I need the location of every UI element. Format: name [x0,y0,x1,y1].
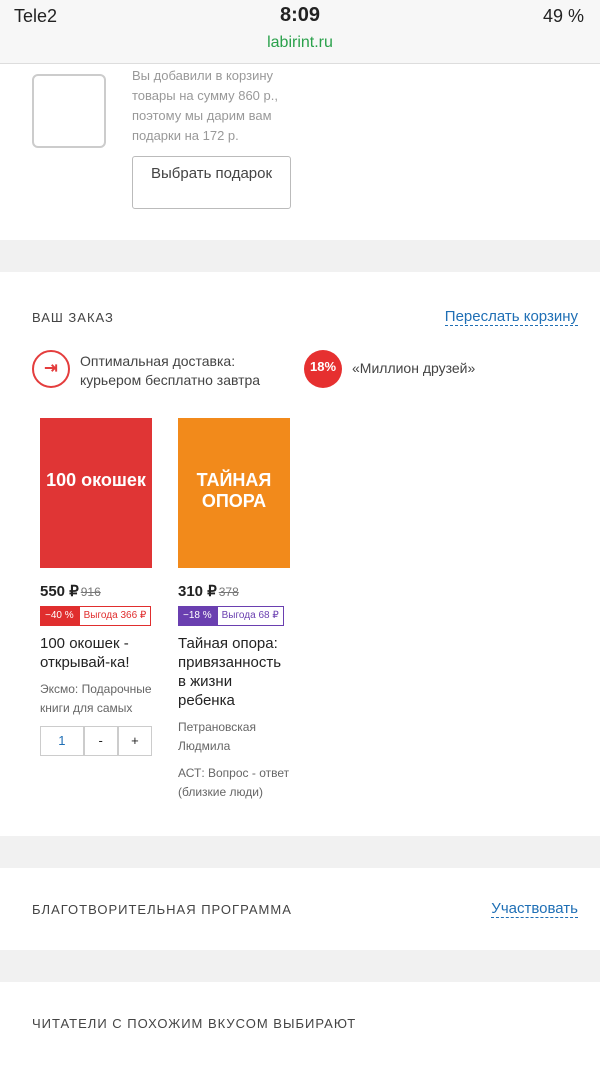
delivery-icon: ⇥ [32,350,70,388]
battery: 49 % [542,6,584,26]
forward-cart-link[interactable]: Переслать корзину [444,308,578,326]
choose-gift-button[interactable]: Выбрать подарок [132,156,291,209]
discount-badges: −40 % Выгода 366 ₽ [40,606,152,626]
address-bar[interactable]: labirint.ru [0,34,600,52]
gift-icon [32,74,106,148]
order-title: ВАШ ЗАКАЗ [32,310,114,325]
status-bar: Tele2 8:09 49 % labirint.ru [0,0,600,64]
gift-text: Вы добавили в корзину товары на сумму 86… [132,68,278,143]
promo-badge: 18% [304,350,342,388]
price: 310 ₽378 [178,583,239,600]
cart-item: 100 окошек 550 ₽916 −40 % Выгода 366 ₽ 10… [40,418,152,756]
delivery-text: Оптимальная доставка: курьером бесплатно… [80,353,261,388]
book-publisher: АСТ: Вопрос - ответ (близкие люди) [178,766,290,799]
divider [0,240,600,272]
cart-item: ТАЙНАЯ ОПОРА 310 ₽378 −18 % Выгода 68 ₽ Т… [178,418,290,802]
promo-text: «Миллион друзей» [352,360,476,376]
price: 550 ₽916 [40,583,101,600]
charity-title: БЛАГОТВОРИТЕЛЬНАЯ ПРОГРАММА [32,902,292,917]
book-author: Петрановская Людмила [178,720,256,753]
divider [0,836,600,868]
clock: 8:09 [279,4,321,26]
book-title[interactable]: 100 окошек - открывай-ка! [40,634,152,672]
discount-badges: −18 % Выгода 68 ₽ [178,606,290,626]
divider [0,950,600,982]
similar-section: ЧИТАТЕЛИ С ПОХОЖИМ ВКУСОМ ВЫБИРАЮТ [0,982,600,1066]
charity-section: БЛАГОТВОРИТЕЛЬНАЯ ПРОГРАММА Участвовать [0,868,600,950]
quantity-input[interactable]: 1 [40,726,84,756]
gift-block: Вы добавили в корзину товары на сумму 86… [0,64,600,240]
order-section: ВАШ ЗАКАЗ Переслать корзину ⇥ Оптимальна… [0,272,600,836]
book-cover[interactable]: ТАЙНАЯ ОПОРА [178,418,290,568]
similar-title: ЧИТАТЕЛИ С ПОХОЖИМ ВКУСОМ ВЫБИРАЮТ [32,1016,357,1031]
quantity-stepper: 1- + [40,726,152,756]
charity-link[interactable]: Участвовать [491,900,578,918]
decrement-button[interactable]: - [83,726,118,756]
increment-button[interactable]: + [117,726,152,756]
book-publisher: Эксмо: Подарочные книги для самых [40,682,152,715]
book-cover[interactable]: 100 окошек [40,418,152,568]
book-title[interactable]: Тайная опора: привязанность в жизни ребе… [178,634,290,710]
